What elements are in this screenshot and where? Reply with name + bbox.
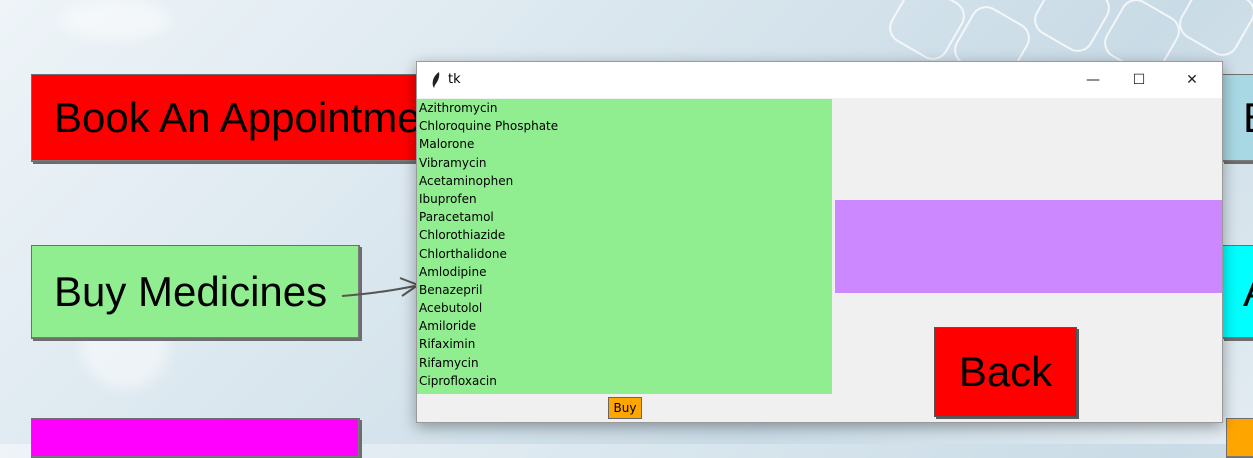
close-button[interactable]: ✕ — [1169, 62, 1215, 98]
book-appointment-label: Book An Appointment — [54, 94, 431, 141]
book-appointment-button[interactable]: Book An Appointment — [31, 74, 431, 162]
tk-window: tk — ☐ ✕ Azithromycin Chloroquine Phospha… — [416, 61, 1223, 423]
purple-label-panel — [835, 200, 1222, 293]
medicine-list-item[interactable]: Malorone — [417, 135, 832, 153]
arrow-annotation-icon — [341, 277, 421, 297]
tk-feather-icon — [432, 72, 440, 88]
medicine-list-item[interactable]: Acetaminophen — [417, 172, 832, 190]
maximize-icon: ☐ — [1132, 72, 1146, 88]
title-bar[interactable]: tk — ☐ ✕ — [417, 62, 1222, 98]
buy-medicines-label: Buy Medicines — [54, 268, 328, 315]
buy-medicines-button[interactable]: Buy Medicines — [31, 245, 360, 339]
medicine-list-item[interactable]: Vibramycin — [417, 154, 832, 172]
medicine-list-item[interactable]: Benazepril — [417, 281, 832, 299]
medicine-listbox[interactable]: Azithromycin Chloroquine Phosphate Maloron… — [417, 99, 832, 394]
back-button-label: Back — [958, 348, 1053, 395]
right-mid-label: A — [1243, 268, 1253, 316]
medicine-list: Azithromycin Chloroquine Phosphate Maloron… — [417, 99, 832, 390]
medicine-list-item[interactable]: Chlorothiazide — [417, 226, 832, 244]
right-bottom-button[interactable] — [1226, 418, 1253, 458]
medicine-list-item[interactable]: Paracetamol — [417, 208, 832, 226]
medicine-list-item[interactable]: Rifaximin — [417, 335, 832, 353]
medicine-list-item[interactable]: Azithromycin — [417, 99, 832, 117]
medicine-list-item[interactable]: Rifamycin — [417, 354, 832, 372]
background-hex-icon — [1028, 0, 1116, 58]
buy-button-label: Buy — [613, 401, 637, 415]
background-blob — [60, 0, 170, 40]
right-top-label: B — [1243, 94, 1253, 142]
medicine-list-item[interactable]: Amiloride — [417, 317, 832, 335]
medicine-list-item[interactable]: Ciprofloxacin — [417, 372, 832, 390]
background-hex-icon — [1173, 0, 1253, 62]
close-icon: ✕ — [1186, 72, 1198, 88]
window-title: tk — [448, 72, 461, 87]
minimize-icon: — — [1086, 72, 1100, 88]
buy-button[interactable]: Buy — [608, 397, 642, 419]
right-mid-button[interactable]: A — [1222, 245, 1253, 339]
bottom-left-button[interactable] — [31, 418, 360, 458]
medicine-list-item[interactable]: Acebutolol — [417, 299, 832, 317]
medicine-list-item[interactable]: Amlodipine — [417, 263, 832, 281]
medicine-list-item[interactable]: Chlorthalidone — [417, 245, 832, 263]
maximize-button[interactable]: ☐ — [1116, 62, 1162, 98]
back-button[interactable]: Back — [934, 327, 1077, 417]
right-top-button[interactable]: B — [1222, 74, 1253, 162]
medicine-list-item[interactable]: Chloroquine Phosphate — [417, 117, 832, 135]
minimize-button[interactable]: — — [1070, 62, 1116, 98]
medicine-list-item[interactable]: Ibuprofen — [417, 190, 832, 208]
